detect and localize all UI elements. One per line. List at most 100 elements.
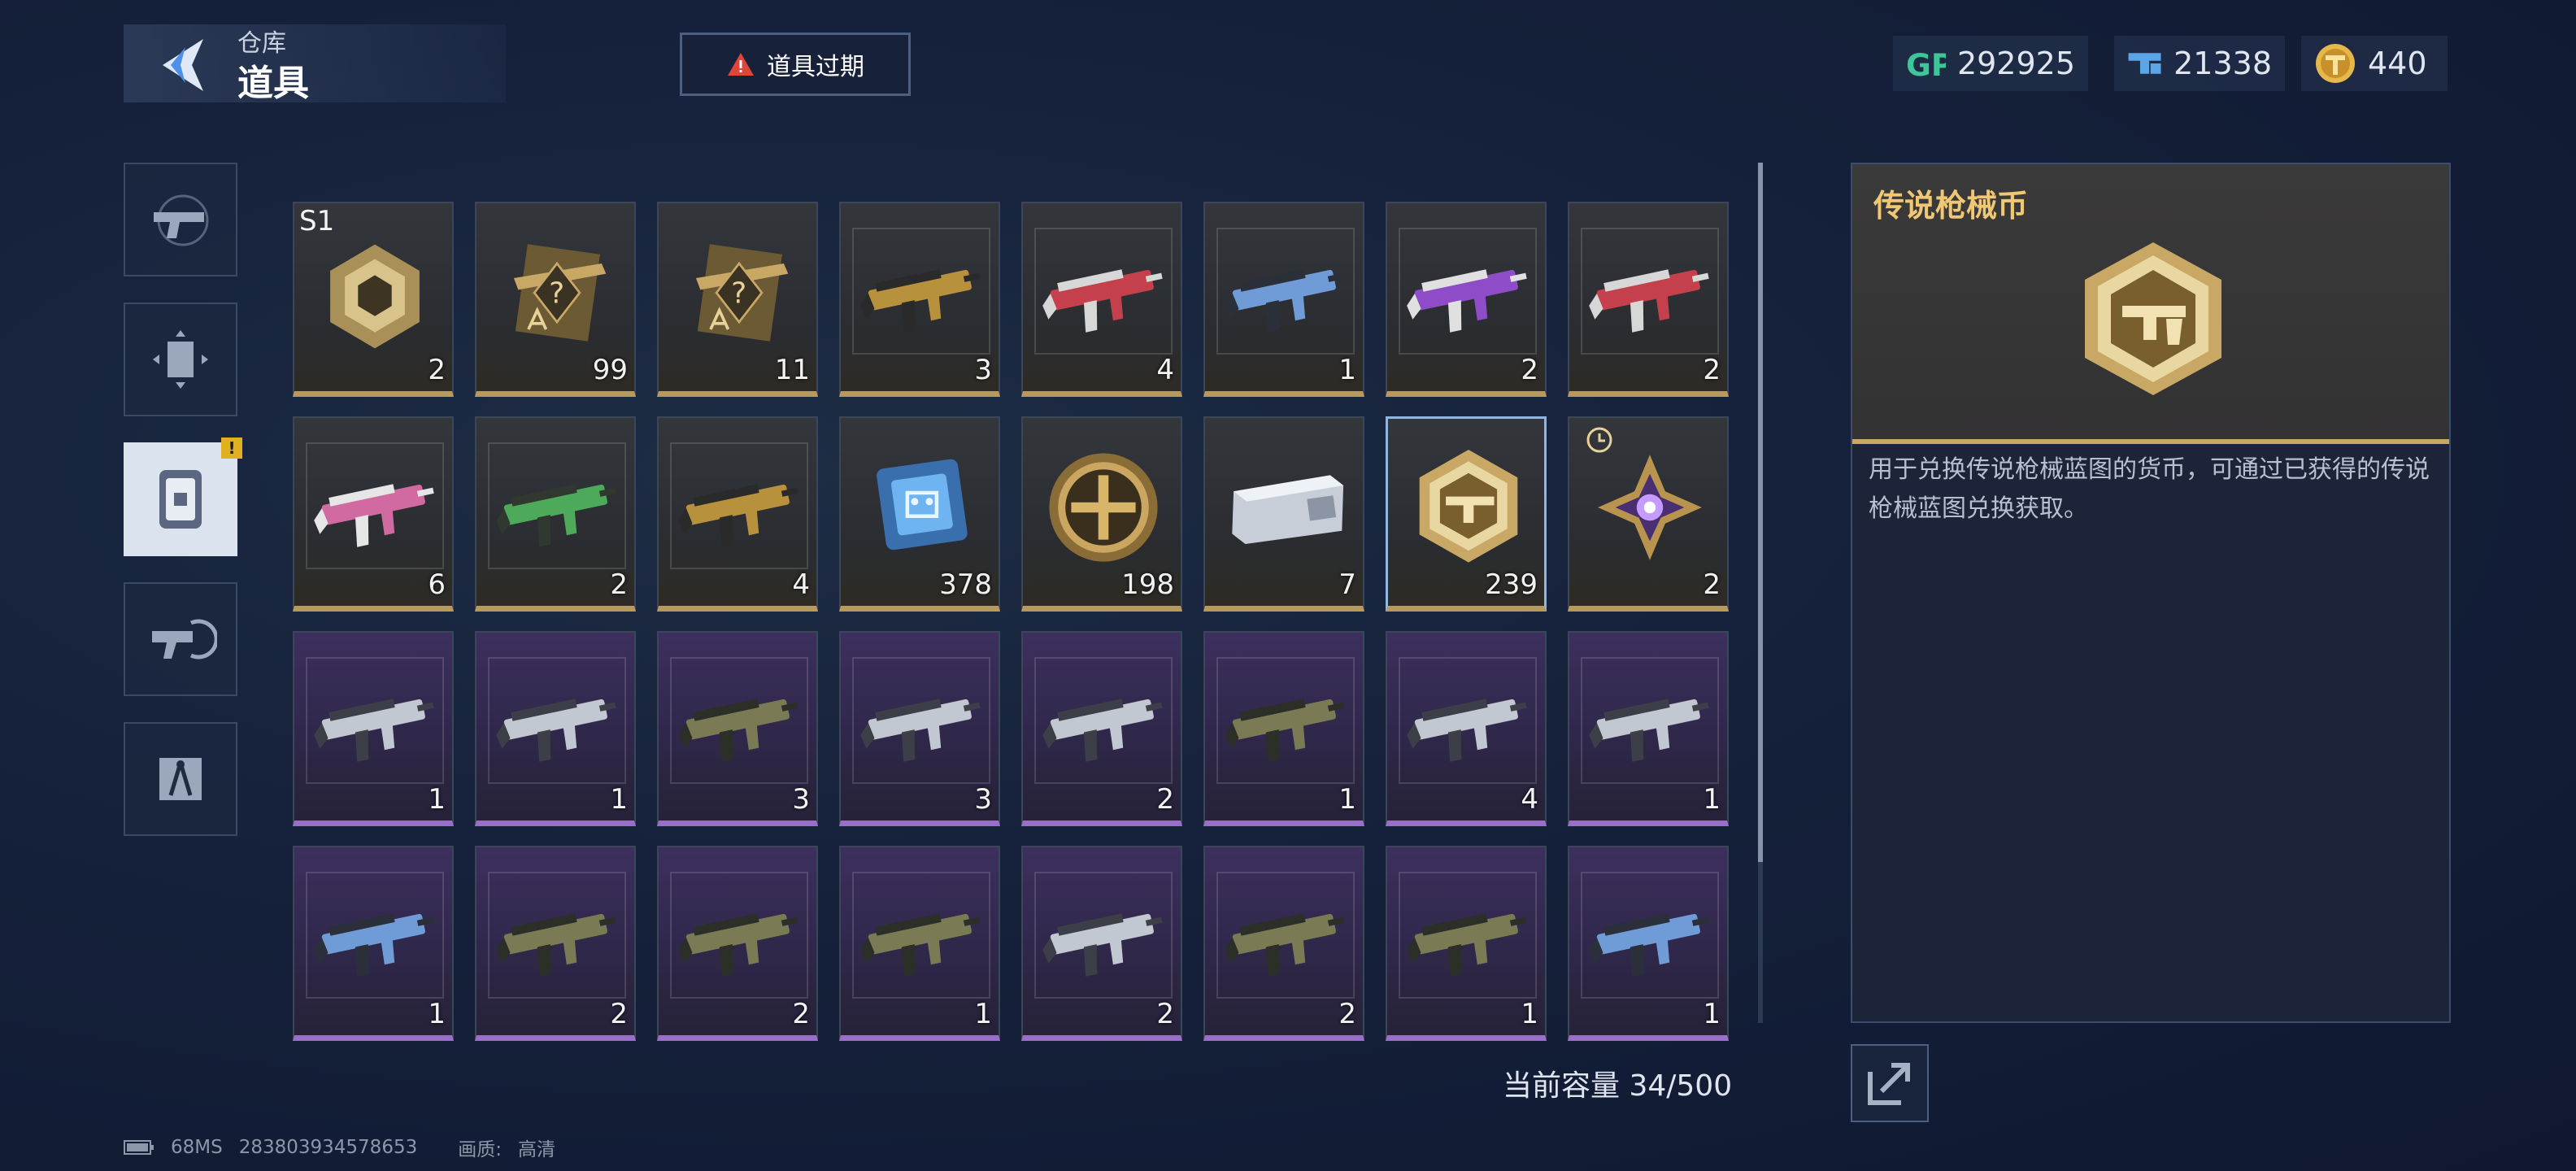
- capacity-label: 当前容量 34/500: [1503, 1069, 1733, 1103]
- tab-frames[interactable]: [124, 303, 237, 416]
- item-quantity: 378: [939, 568, 992, 601]
- weapon-icon: [678, 484, 798, 547]
- weapon-icon: [496, 699, 616, 762]
- item-quantity: 3: [974, 783, 992, 816]
- inventory-slot[interactable]: 6: [293, 416, 454, 612]
- share-button[interactable]: [1851, 1044, 1929, 1122]
- weapon-icon: [1407, 699, 1527, 762]
- item-quantity: 6: [428, 568, 446, 601]
- inventory-slot[interactable]: 2: [1568, 416, 1729, 612]
- coin-icon: [2316, 44, 2355, 83]
- tab-blueprints[interactable]: [124, 722, 237, 836]
- detail-description: 用于兑换传说枪械蓝图的货币，可通过已获得的传说枪械蓝图兑换获取。: [1869, 455, 2430, 523]
- inventory-slot[interactable]: 1: [293, 631, 454, 826]
- inventory-slot[interactable]: 3: [839, 202, 1000, 397]
- detail-header: 传说枪械币: [1852, 164, 2449, 444]
- inventory-slot[interactable]: 4: [657, 416, 818, 612]
- inventory-slot[interactable]: 2: [657, 846, 818, 1041]
- item-quantity: 3: [792, 783, 810, 816]
- legend-coin-icon: [2085, 242, 2221, 395]
- weapon-icon: [678, 913, 798, 977]
- inventory-slot[interactable]: 4: [1386, 631, 1547, 826]
- inventory-slot[interactable]: 239: [1386, 416, 1547, 612]
- ticket-amount: 21338: [2174, 46, 2272, 81]
- item-quantity: 2: [1338, 998, 1356, 1030]
- inventory-slot[interactable]: 2: [1568, 202, 1729, 397]
- item-quantity: 99: [592, 354, 628, 386]
- gp-icon: GP: [1906, 47, 1946, 83]
- battery-icon: [124, 1140, 154, 1155]
- chip-icon: [877, 459, 968, 551]
- item-quantity: 3: [974, 354, 992, 386]
- item-quantity: 2: [1703, 568, 1721, 601]
- currency-ticket[interactable]: 21338: [2114, 36, 2285, 91]
- coin-amount: 440: [2368, 46, 2427, 81]
- weapon-icon: [1225, 699, 1345, 762]
- inventory-slot[interactable]: 1: [1568, 631, 1729, 826]
- blueprint-icon: ?: [695, 244, 789, 342]
- weapon-icon: [314, 484, 434, 547]
- svg-text:GP: GP: [1906, 47, 1946, 83]
- inventory-slot[interactable]: 378: [839, 416, 1000, 612]
- item-quantity: 2: [428, 354, 446, 386]
- tab-items[interactable]: !: [124, 437, 242, 556]
- inventory-slot[interactable]: ? 99: [475, 202, 636, 397]
- weapon-icon: [1407, 269, 1527, 333]
- weapon-icon: [1407, 913, 1527, 977]
- inventory-slot[interactable]: 2: [1021, 846, 1182, 1041]
- crate-icon: [330, 244, 420, 349]
- weapon-icon: [314, 699, 434, 762]
- tab-weapons[interactable]: [124, 163, 237, 276]
- scrollbar-thumb[interactable]: [1758, 163, 1763, 862]
- inventory-slot[interactable]: 2: [475, 416, 636, 612]
- inventory-slot[interactable]: 1: [1568, 846, 1729, 1041]
- inventory-slot[interactable]: 2: [1021, 631, 1182, 826]
- blueprint-icon: ?: [513, 244, 607, 342]
- currency-gp[interactable]: GP 292925: [1893, 36, 2088, 91]
- back-arrow-icon[interactable]: [146, 33, 220, 98]
- item-quantity: 1: [1338, 354, 1356, 386]
- inventory-slot[interactable]: 1: [1203, 631, 1364, 826]
- item-quantity: 1: [1521, 998, 1538, 1030]
- weapon-icon: [1042, 699, 1163, 762]
- inventory-slot[interactable]: 1: [1203, 202, 1364, 397]
- ticket-icon: [2128, 53, 2161, 74]
- inventory-slot[interactable]: 2: [1203, 846, 1364, 1041]
- item-quantity: 4: [1521, 783, 1538, 816]
- currency-coin[interactable]: 440: [2301, 36, 2448, 91]
- item-quantity: 1: [974, 998, 992, 1030]
- weapon-icon: [678, 699, 798, 762]
- inventory-slot[interactable]: 1: [293, 846, 454, 1041]
- item-quantity: 1: [1703, 998, 1721, 1030]
- share-icon: [1868, 1063, 1910, 1105]
- weapon-icon: [860, 913, 981, 977]
- inventory-slot[interactable]: 3: [657, 631, 818, 826]
- inventory-slot[interactable]: 7: [1203, 416, 1364, 612]
- purple-emblem-icon: [1598, 455, 1702, 560]
- inventory-slot[interactable]: S1 2: [293, 202, 454, 397]
- weapon-icon: [1589, 699, 1709, 762]
- inventory-slot[interactable]: 198: [1021, 416, 1182, 612]
- inventory-slot[interactable]: 2: [1386, 202, 1547, 397]
- item-quantity: 7: [1338, 568, 1356, 601]
- item-grid: S1 2? 99? 11 3 4 1 2 2 6 2 4 378 198 7 239 2 1 1 3 3 2 1 4 1 1 2 2 1…: [293, 202, 1732, 1041]
- inventory-slot[interactable]: 1: [839, 846, 1000, 1041]
- gp-amount: 292925: [1956, 46, 2075, 81]
- item-quantity: 4: [1156, 354, 1174, 386]
- detail-item-name: 传说枪械币: [1873, 188, 2029, 224]
- item-quantity: 1: [428, 783, 446, 816]
- status-bar: 68MS 283803934578653 画质: 高清: [124, 1134, 555, 1161]
- weapon-icon: [1042, 913, 1163, 977]
- inventory-slot[interactable]: 2: [475, 846, 636, 1041]
- inventory-slot[interactable]: 1: [475, 631, 636, 826]
- gold-medal-icon: [1049, 453, 1158, 562]
- item-quantity: 2: [792, 998, 810, 1030]
- expired-items-button[interactable]: 道具过期: [680, 33, 911, 96]
- tab-mods[interactable]: [124, 582, 237, 696]
- compass-icon: [159, 758, 202, 800]
- inventory-slot[interactable]: 1: [1386, 846, 1547, 1041]
- inventory-slot[interactable]: ? 11: [657, 202, 818, 397]
- inventory-slot[interactable]: 4: [1021, 202, 1182, 397]
- pistol-icon: [154, 194, 209, 246]
- inventory-slot[interactable]: 3: [839, 631, 1000, 826]
